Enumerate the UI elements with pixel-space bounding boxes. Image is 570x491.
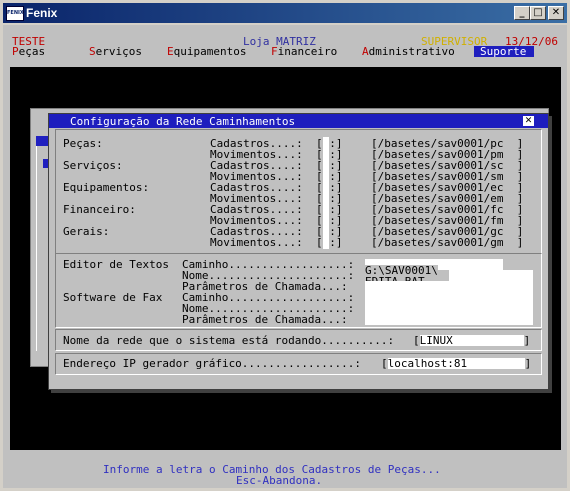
- fax-nome-input[interactable]: [365, 303, 533, 314]
- row-label: Movimentos...:: [210, 236, 303, 249]
- menu-equipamentos[interactable]: Equipamentos: [167, 46, 246, 57]
- editor-caminho-input[interactable]: G:\SAV0001\: [365, 259, 503, 276]
- window-title: Fenix: [26, 6, 58, 20]
- group-pecas: Peças:: [63, 137, 103, 150]
- network-config-dialog: Configuração da Rede Caminhamentos ✕ Peç…: [48, 113, 549, 390]
- path-field[interactable]: [/basetes/sav0001/gm ]: [371, 237, 523, 248]
- ip-label: Endereço IP gerador gráfico.............…: [63, 357, 362, 370]
- fax-param-label: Parâmetros de Chamada...:: [182, 313, 348, 326]
- group-financeiro: Financeiro:: [63, 203, 136, 216]
- status-escape: Esc-Abandona.: [236, 474, 323, 487]
- close-button[interactable]: ✕: [548, 6, 564, 20]
- fax-caminho-input[interactable]: [365, 292, 533, 303]
- paths-section: Peças: Serviços: Equipamentos: Financeir…: [55, 129, 542, 254]
- network-section: Nome da rede que o sistema está rodando.…: [55, 329, 542, 351]
- fax-param-input[interactable]: [365, 314, 533, 325]
- menu-financeiro[interactable]: Financeiro: [271, 46, 337, 57]
- maximize-button[interactable]: □: [530, 6, 546, 20]
- fax-heading: Software de Fax: [63, 291, 163, 304]
- group-gerais: Gerais:: [63, 225, 110, 238]
- menu-administrativo[interactable]: Administrativo: [362, 46, 455, 57]
- dialog-titlebar: Configuração da Rede Caminhamentos ✕: [49, 114, 548, 128]
- network-input[interactable]: [LINUX]: [413, 335, 530, 346]
- editor-param-input[interactable]: [365, 281, 533, 292]
- group-servicos: Serviços:: [63, 159, 123, 172]
- ip-input[interactable]: [localhost:81]: [381, 358, 531, 369]
- drive-field[interactable]: [ :]: [316, 236, 343, 249]
- ip-section: Endereço IP gerador gráfico.............…: [55, 353, 542, 375]
- programs-section: Editor de Textos Caminho................…: [55, 253, 542, 328]
- network-label: Nome da rede que o sistema está rodando.…: [63, 334, 395, 347]
- dialog-title: Configuração da Rede Caminhamentos: [70, 115, 296, 128]
- menu-pecas[interactable]: Peças: [12, 46, 45, 57]
- editor-nome-input-fill: [449, 270, 533, 281]
- window-titlebar[interactable]: FENIX Fenix _ □ ✕: [3, 3, 567, 23]
- dialog-close-button[interactable]: ✕: [523, 116, 534, 126]
- menu-suporte[interactable]: Suporte: [474, 46, 534, 57]
- minimize-button[interactable]: _: [514, 6, 530, 20]
- menu-servicos[interactable]: Serviços: [89, 46, 142, 57]
- app-icon: FENIX: [6, 6, 24, 21]
- editor-heading: Editor de Textos: [63, 258, 169, 271]
- group-equipamentos: Equipamentos:: [63, 181, 150, 194]
- terminal-console: TESTE Loja MATRIZ SUPERVISOR 13/12/06 Pe…: [3, 25, 567, 488]
